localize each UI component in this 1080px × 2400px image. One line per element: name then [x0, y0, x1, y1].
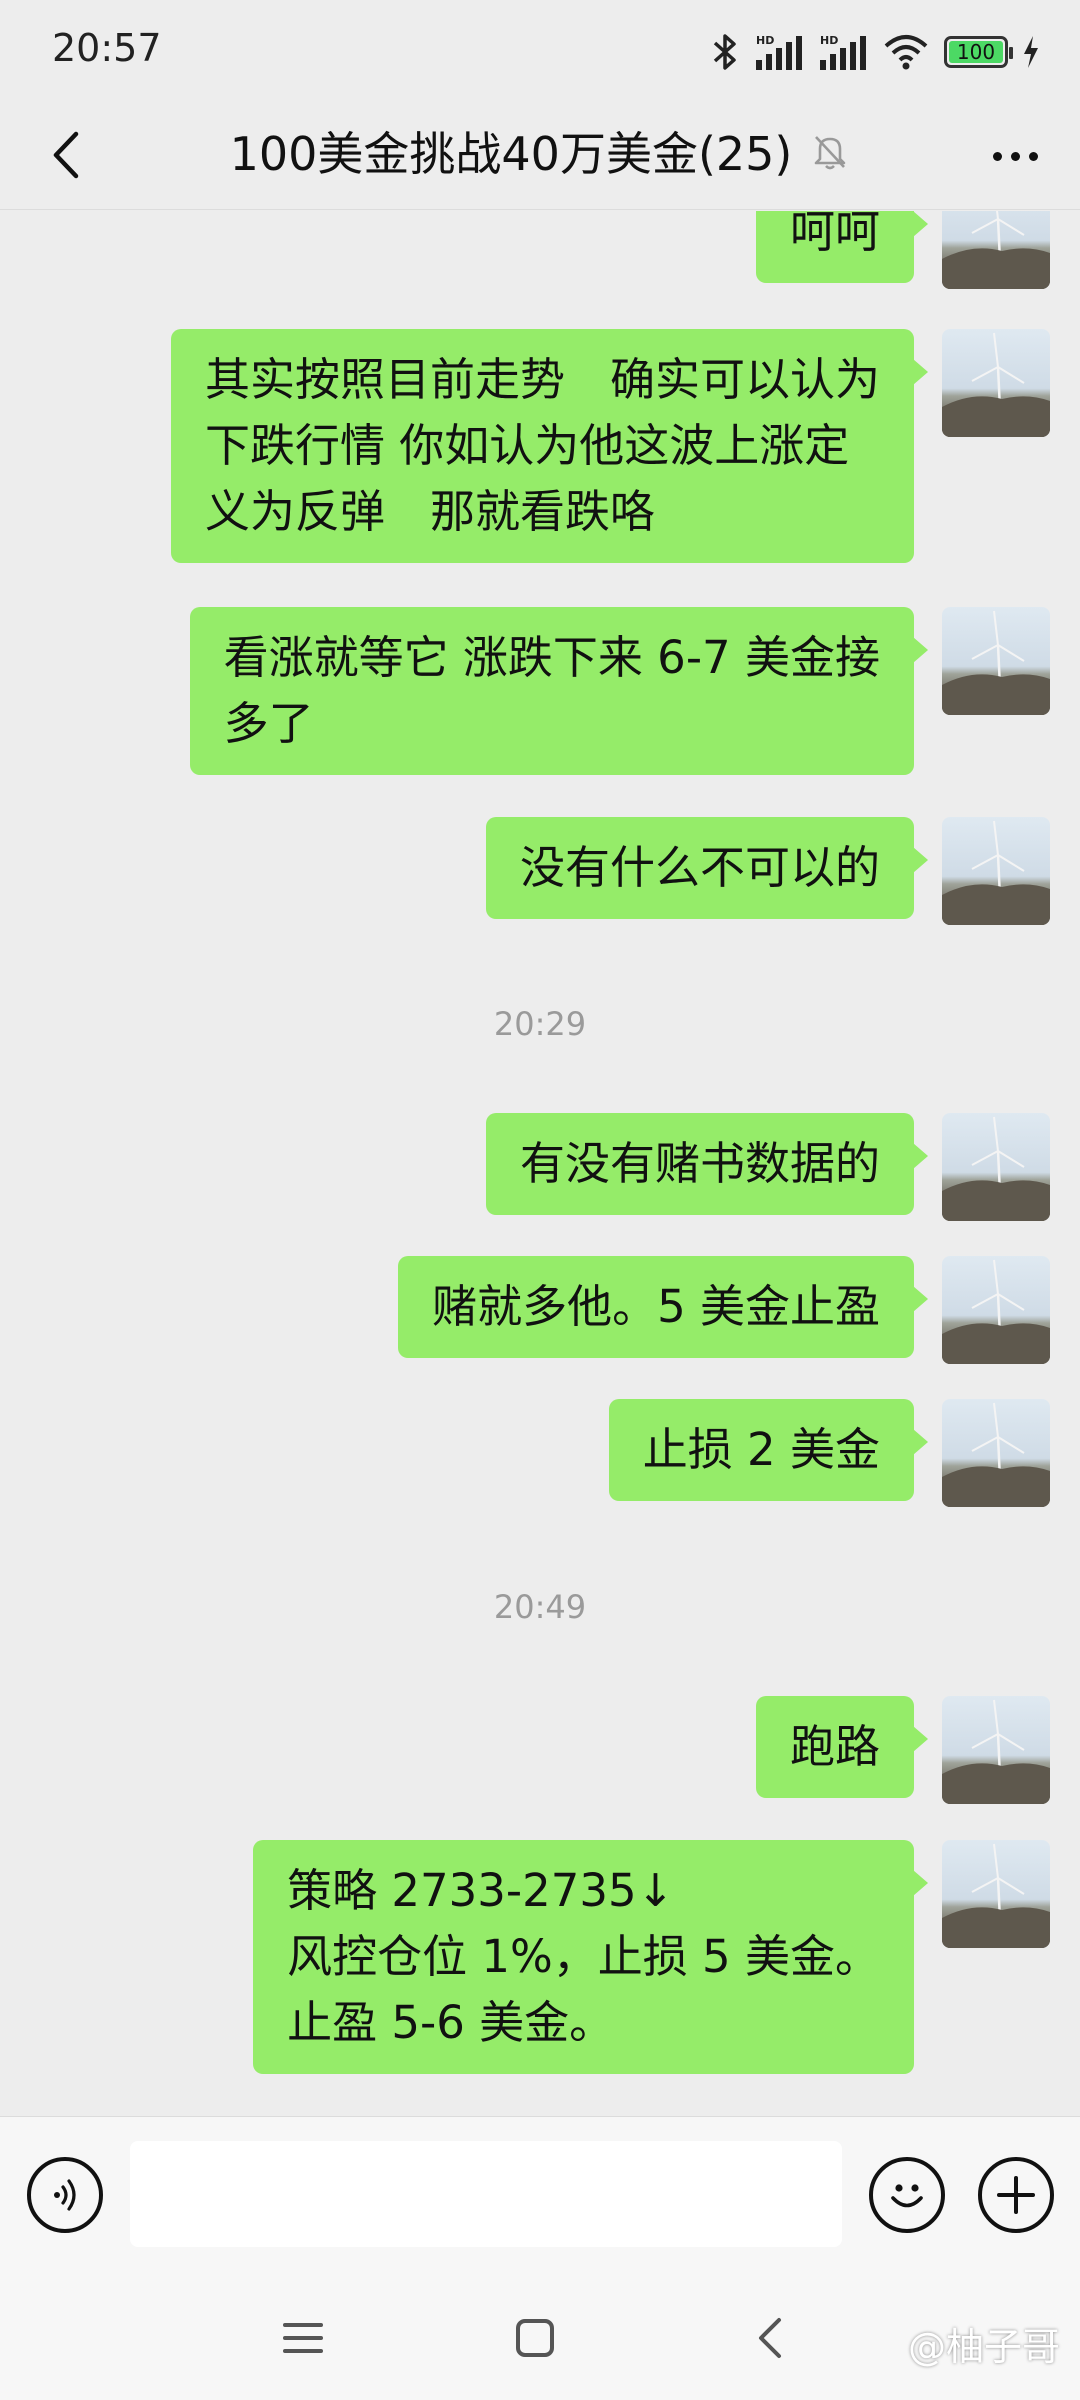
wind-turbine-icon	[942, 820, 1050, 925]
more-dot-icon	[1010, 151, 1020, 161]
status-bar: 20:57 HD HD 100	[0, 0, 1080, 100]
battery-level: 100	[949, 41, 1003, 63]
message-text: 赌就多他。5 美金止盈	[432, 1280, 880, 1333]
status-icons: HD HD 100	[710, 30, 1040, 74]
avatar[interactable]	[942, 607, 1050, 715]
message-row: 有没有赌书数据的	[485, 1113, 1050, 1221]
nav-back-button[interactable]	[730, 2302, 810, 2374]
message-bubble[interactable]: 跑路	[755, 1696, 929, 1798]
wind-turbine-icon	[942, 211, 1050, 289]
avatar[interactable]	[942, 211, 1050, 289]
input-bar	[0, 2116, 1080, 2276]
back-icon	[759, 2318, 781, 2358]
message-list[interactable]: 呵呵 其实按照目前走势 确实可以认为 下跌行情 你如认为他这波上涨定 义为反弹 …	[0, 211, 1080, 2116]
avatar[interactable]	[942, 1840, 1050, 1948]
chat-title-wrap: 100美金挑战40万美金(25)	[0, 118, 1080, 184]
emoji-icon	[891, 2184, 923, 2208]
home-button[interactable]	[495, 2302, 575, 2374]
message-text: 策略 2733-2735↓	[287, 1864, 675, 1917]
message-text: 其实按照目前走势 确实可以认为	[204, 353, 880, 406]
message-bubble[interactable]: 其实按照目前走势 确实可以认为 下跌行情 你如认为他这波上涨定 义为反弹 那就看…	[170, 329, 929, 563]
hd-signal-icon: HD	[820, 34, 866, 70]
message-bubble[interactable]: 看涨就等它 涨跌下来 6-7 美金接 多了	[189, 607, 929, 775]
wifi-icon	[884, 35, 928, 70]
voice-input-button[interactable]	[27, 2157, 103, 2233]
charging-icon	[1024, 36, 1038, 68]
wind-turbine-icon	[942, 1116, 1050, 1221]
message-row: 没有什么不可以的	[485, 817, 1050, 925]
chat-title: 100美金挑战40万美金(25)	[229, 127, 793, 181]
bell-off-icon	[815, 136, 846, 170]
more-dot-icon	[992, 151, 1002, 161]
battery-icon: 100	[944, 36, 1013, 68]
avatar[interactable]	[942, 1399, 1050, 1507]
avatar[interactable]	[942, 1696, 1050, 1804]
message-text: 看涨就等它 涨跌下来 6-7 美金接	[223, 631, 880, 684]
message-row: 跑路	[755, 1696, 1050, 1804]
avatar[interactable]	[942, 1256, 1050, 1364]
message-row: 其实按照目前走势 确实可以认为 下跌行情 你如认为他这波上涨定 义为反弹 那就看…	[170, 329, 1050, 563]
wind-turbine-icon	[942, 332, 1050, 437]
message-text: 多了	[223, 697, 314, 750]
chat-header: 100美金挑战40万美金(25)	[0, 100, 1080, 210]
svg-text:HD: HD	[820, 34, 838, 47]
emoji-button[interactable]	[869, 2157, 945, 2233]
message-text: 没有什么不可以的	[519, 841, 880, 894]
avatar[interactable]	[942, 1113, 1050, 1221]
svg-text:HD: HD	[756, 34, 774, 47]
timestamp: 20:29	[493, 1005, 587, 1043]
more-functions-button[interactable]	[978, 2157, 1054, 2233]
more-dot-icon	[1028, 151, 1038, 161]
message-row: 呵呵	[755, 211, 1050, 289]
message-bubble[interactable]: 赌就多他。5 美金止盈	[398, 1256, 928, 1358]
recent-apps-button[interactable]	[263, 2302, 343, 2374]
home-icon	[516, 2319, 554, 2357]
more-options-button[interactable]	[980, 126, 1050, 186]
message-text: 有没有赌书数据的	[519, 1137, 880, 1190]
message-row: 看涨就等它 涨跌下来 6-7 美金接 多了	[189, 607, 1050, 775]
message-text: 下跌行情 你如认为他这波上涨定	[204, 419, 850, 472]
message-bubble[interactable]: 有没有赌书数据的	[485, 1113, 929, 1215]
message-text: 止损 2 美金	[642, 1423, 880, 1476]
message-row: 策略 2733-2735↓ 风控仓位 1%，止损 5 美金。 止盈 5-6 美金…	[253, 1840, 1050, 2074]
hd-signal-icon: HD	[756, 34, 802, 70]
message-bubble[interactable]: 止损 2 美金	[608, 1399, 929, 1501]
message-bubble[interactable]: 策略 2733-2735↓ 风控仓位 1%，止损 5 美金。 止盈 5-6 美金…	[253, 1840, 928, 2074]
avatar[interactable]	[942, 817, 1050, 925]
status-time: 20:57	[52, 26, 162, 70]
message-text: 跑路	[789, 1720, 880, 1773]
plus-icon	[997, 2176, 1035, 2214]
wind-turbine-icon	[942, 1402, 1050, 1507]
message-bubble[interactable]: 没有什么不可以的	[485, 817, 929, 919]
wind-turbine-icon	[942, 610, 1050, 715]
watermark: @柚子哥	[907, 2325, 1060, 2369]
timestamp: 20:49	[493, 1588, 587, 1626]
system-nav-bar: @柚子哥	[0, 2276, 1080, 2400]
wind-turbine-icon	[942, 1699, 1050, 1804]
bluetooth-icon	[713, 34, 736, 70]
message-input[interactable]	[130, 2141, 842, 2247]
wind-turbine-icon	[942, 1259, 1050, 1364]
menu-icon	[283, 2323, 323, 2353]
message-text: 止盈 5-6 美金。	[287, 1996, 615, 2049]
message-row: 止损 2 美金	[608, 1399, 1050, 1507]
message-row: 赌就多他。5 美金止盈	[398, 1256, 1050, 1364]
message-bubble[interactable]: 呵呵	[755, 211, 929, 283]
message-text: 风控仓位 1%，止损 5 美金。	[287, 1930, 880, 1983]
wind-turbine-icon	[942, 1843, 1050, 1948]
avatar[interactable]	[942, 329, 1050, 437]
message-text: 义为反弹 那就看跌咯	[204, 485, 655, 538]
voice-icon	[54, 2179, 76, 2211]
message-text: 呵呵	[789, 211, 880, 258]
